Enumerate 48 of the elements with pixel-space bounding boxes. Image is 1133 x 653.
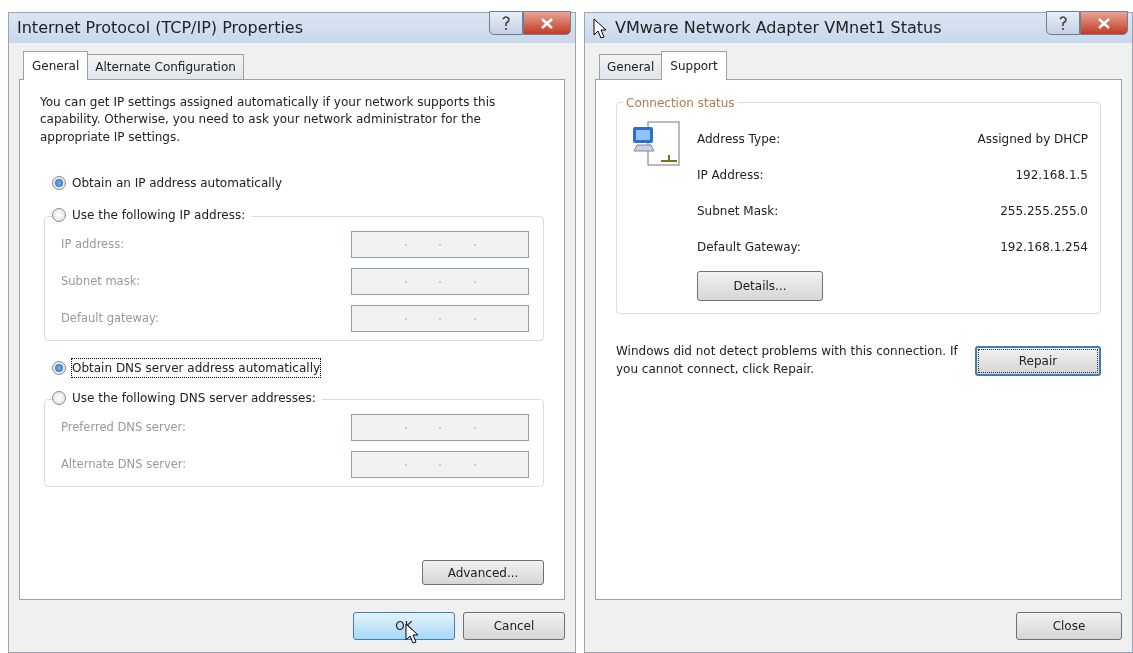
radio-button[interactable] — [52, 176, 66, 191]
radio-label[interactable]: Use the following IP address: — [72, 206, 246, 225]
field-label: Default gateway: — [61, 310, 159, 328]
radio-label[interactable]: Obtain an IP address automatically — [72, 174, 282, 193]
tab[interactable]: Alternate Configuration — [87, 54, 244, 79]
status-value: Assigned by DHCP — [977, 131, 1088, 148]
close-dialog-button[interactable]: Close — [1016, 612, 1122, 640]
status-label: Default Gateway: — [697, 239, 801, 256]
ip-address-field[interactable] — [351, 231, 529, 259]
tab[interactable]: General — [599, 54, 663, 79]
status-message: Windows did not detect problems with this connection. If you cannot connect, click Repair. — [616, 343, 959, 378]
ip-address-field[interactable] — [351, 268, 529, 296]
window-title: VMware Network Adapter VMnet1 Status — [615, 17, 943, 39]
close-icon — [540, 16, 554, 30]
status-value: 192.168.1.254 — [1000, 239, 1088, 256]
dialog-button[interactable]: Cancel — [463, 612, 565, 640]
ip-address-field[interactable] — [351, 414, 529, 442]
status-value: 192.168.1.5 — [1015, 167, 1088, 184]
details-button[interactable]: Details... — [697, 271, 823, 301]
network-connection-icon — [631, 121, 681, 167]
help-button[interactable] — [1046, 11, 1080, 35]
radio-button[interactable] — [52, 361, 66, 376]
ip-address-field[interactable] — [351, 305, 529, 333]
close-button[interactable] — [523, 11, 571, 35]
field-label: Subnet mask: — [61, 273, 141, 291]
field-label: Alternate DNS server: — [61, 456, 187, 474]
repair-button[interactable]: Repair — [975, 346, 1101, 376]
intro-text: You can get IP settings assigned automatically if your network supports this capability. Otherwise, you need to ask your network administrator for the appropriate IP settings. — [40, 94, 497, 146]
help-icon — [1057, 15, 1069, 31]
radio-label[interactable]: Use the following DNS server addresses: — [72, 389, 316, 408]
field-label: IP address: — [61, 236, 125, 254]
close-button[interactable] — [1080, 11, 1128, 35]
close-icon — [1097, 16, 1111, 30]
radio-button[interactable] — [52, 391, 66, 406]
ip-address-field[interactable] — [351, 451, 529, 479]
status-value: 255.255.255.0 — [1000, 203, 1088, 220]
status-label: IP Address: — [697, 167, 764, 184]
field-label: Preferred DNS server: — [61, 419, 186, 437]
help-icon — [500, 15, 512, 31]
tab[interactable]: General — [23, 51, 89, 80]
tab[interactable]: Support — [661, 51, 727, 80]
help-button[interactable] — [489, 11, 523, 35]
status-label: Subnet Mask: — [697, 203, 779, 220]
advanced-button[interactable]: Advanced... — [422, 560, 544, 585]
cursor-icon — [593, 17, 607, 39]
status-label: Address Type: — [697, 131, 781, 148]
window-title: Internet Protocol (TCP/IP) Properties — [17, 17, 305, 39]
radio-button[interactable] — [52, 208, 66, 223]
